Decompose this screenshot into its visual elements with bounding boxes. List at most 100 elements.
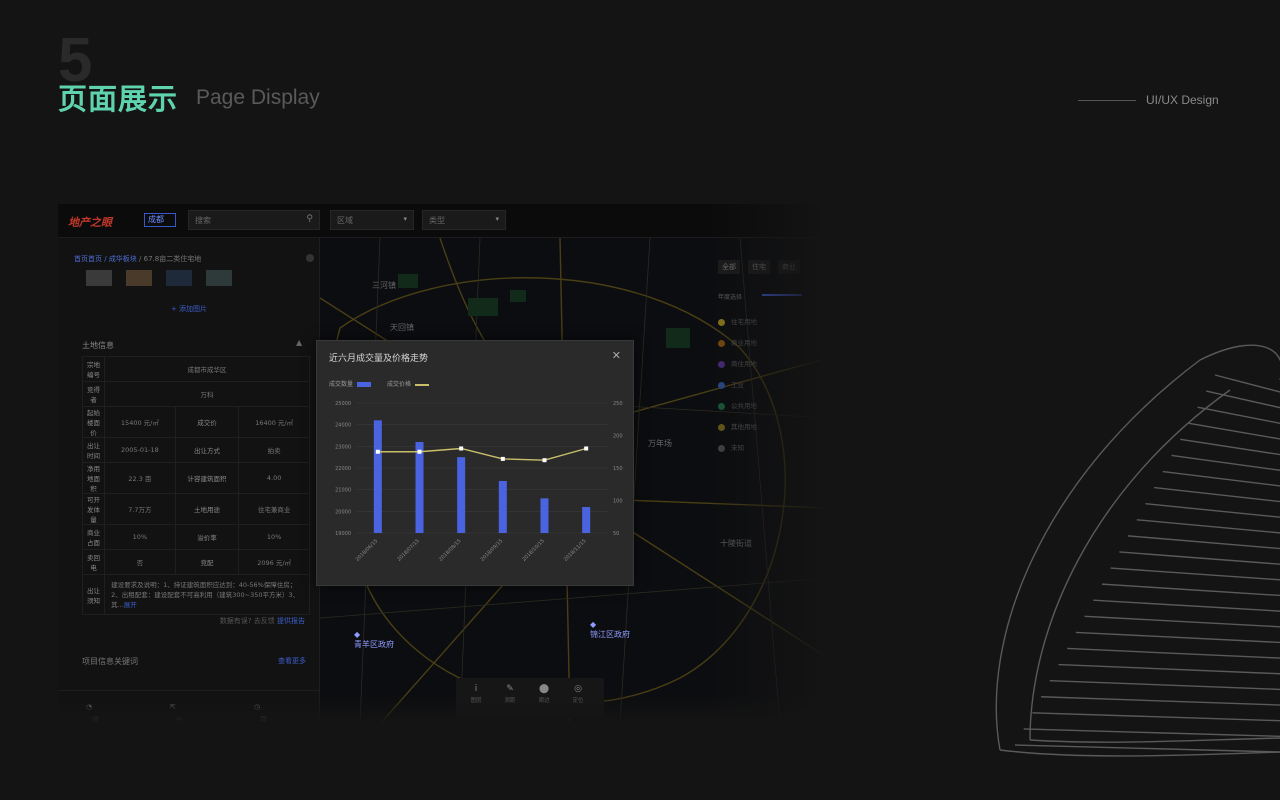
y-left-tick-label: 19000	[335, 531, 351, 537]
legend-dot-icon	[718, 444, 725, 452]
breadcrumb-area[interactable]: 成华板块	[109, 255, 137, 263]
legend-tab[interactable]: 住宅	[748, 260, 770, 274]
feedback-text[interactable]: 数据有误? 去反馈	[220, 617, 275, 625]
feedback-note: 数据有误? 去反馈 提供报告	[220, 616, 305, 626]
chart-bar	[540, 498, 549, 533]
app-logo[interactable]: 地产之眼	[68, 214, 112, 230]
map-label: 三河镇	[372, 281, 396, 290]
chart-bar	[457, 457, 466, 533]
chart-bar	[582, 507, 591, 533]
chart-legend: 成交数量 成交价格	[329, 379, 429, 388]
map-poi[interactable]: ◆ 锦江区政府	[590, 620, 630, 640]
chart-line-point	[459, 446, 464, 451]
info-value: 10%	[104, 524, 176, 550]
map-pin-icon: ◆	[354, 630, 361, 639]
legend-dot-icon	[718, 339, 725, 347]
legend-item[interactable]: 商业用地	[718, 337, 757, 347]
more-icon[interactable]	[306, 254, 314, 262]
y-left-tick-label: 21000	[335, 488, 351, 494]
chart-bar	[498, 481, 507, 533]
info-value: 15400 元/㎡	[104, 406, 176, 438]
close-icon[interactable]: ✕	[612, 349, 621, 362]
export-button[interactable]: ◷ 导出	[254, 703, 267, 724]
tool-icon: ⬤	[538, 684, 550, 694]
legend-tab[interactable]: 商业	[778, 260, 800, 274]
chart-line-point	[584, 446, 589, 451]
info-row: 商业占面 10% 溢价率 10%	[81, 524, 310, 550]
favorite-button[interactable]: ◔ 收藏	[86, 703, 99, 724]
y-left-tick-label: 22000	[335, 466, 351, 472]
legend-dot-icon	[718, 423, 725, 431]
legend-dot-icon	[718, 381, 725, 389]
info-value: 7.7万方	[104, 493, 176, 525]
report-link[interactable]: 提供报告	[277, 617, 305, 625]
info-value: 22.3 亩	[104, 462, 176, 494]
legend-item[interactable]: 公共用地	[718, 400, 757, 410]
tool-label: 图层	[470, 698, 482, 704]
info-value: 2096 元/㎡	[238, 549, 310, 575]
city-chip[interactable]: 成都	[144, 213, 176, 227]
map-tool-button[interactable]: i 图层	[462, 684, 490, 704]
header-tag: UI/UX Design	[1146, 93, 1219, 107]
legend-item-label: 工业	[731, 381, 744, 389]
info-label: 出让方式	[174, 437, 240, 463]
legend-item[interactable]: 商住用地	[718, 358, 757, 368]
legend-dot-icon	[718, 318, 725, 326]
chart-line-point	[500, 456, 505, 461]
detail-sidebar: 首页首页 / 成华板块 / 67.8亩二类住宅地 + 添加图片 土地信息 ▲ 宗…	[58, 238, 320, 724]
y-right-tick-label: 150	[613, 466, 623, 472]
info-label: 商业占面	[81, 524, 106, 550]
add-photo-link[interactable]: + 添加图片	[58, 304, 320, 314]
chart-line-point	[417, 449, 422, 454]
photo-thumbnail[interactable]	[126, 270, 152, 286]
map-label: 十陵街道	[720, 539, 752, 548]
info-value: 否	[104, 549, 176, 575]
breadcrumb-home[interactable]: 首页首页	[74, 255, 102, 263]
remark-text: 建设要求及说明：1、持证建筑面积应达到：40-56%保障住房；2、出租配套：建设…	[104, 574, 310, 615]
photo-thumbnail[interactable]	[86, 270, 112, 286]
search-input[interactable]: 搜索 ⚲	[188, 210, 320, 230]
tool-label: 定位	[572, 698, 584, 704]
map-poi[interactable]: ◆ 青羊区政府	[354, 630, 394, 650]
info-value: 10%	[238, 524, 310, 550]
share-button[interactable]: ⇱ 分享	[170, 703, 183, 724]
collapse-icon[interactable]: ▲	[296, 338, 302, 347]
tool-icon: ◎	[574, 684, 582, 694]
chart-bar	[373, 420, 382, 533]
y-left-tick-label: 24000	[335, 423, 351, 429]
map-toolbar: i 图层 ✎ 测距 ⬤ 周边 ◎ 定位	[456, 678, 604, 718]
legend-item[interactable]: 其他用地	[718, 421, 757, 431]
share-label: 分享	[175, 716, 183, 724]
app-topbar: 地产之眼 成都 搜索 ⚲ 区域 ▾ 类型 ▾	[58, 204, 828, 238]
view-more-link[interactable]: 查看更多	[278, 656, 306, 666]
search-placeholder: 搜索	[195, 216, 211, 225]
map-pin-icon: ◆	[590, 620, 597, 629]
legend-line-swatch	[414, 383, 429, 386]
trend-chart: 19000 20000 21000 22000 23000 24000 25000 50 100…	[335, 401, 623, 563]
map-tool-button[interactable]: ⬤ 周边	[530, 684, 558, 704]
legend-item-label: 其他用地	[731, 423, 757, 431]
expand-link[interactable]: 展开	[124, 601, 137, 609]
x-tick-label: 2018/09/15	[480, 538, 505, 563]
photo-thumbnail[interactable]	[166, 270, 192, 286]
map-tool-button[interactable]: ◎ 定位	[564, 684, 592, 704]
info-label: 竞得者	[81, 381, 106, 407]
y-left-tick-label: 25000	[335, 401, 351, 407]
map-legend-panel: 全部 住宅 商业 年度选择 住宅用地 商业用地 商住用地 工业 公共用地 其他用地 未知	[718, 254, 828, 454]
tool-icon: i	[474, 684, 478, 694]
info-row: 起始楼面价 15400 元/㎡ 成交价 16400 元/㎡	[81, 406, 310, 438]
legend-item[interactable]: 工业	[718, 379, 744, 389]
photo-thumbnail[interactable]	[206, 270, 232, 286]
legend-tab[interactable]: 全部	[718, 260, 740, 274]
legend-item[interactable]: 未知	[718, 442, 744, 452]
info-label: 土地用途	[174, 493, 240, 525]
legend-item[interactable]: 住宅用地	[718, 316, 757, 326]
header-divider	[1078, 100, 1136, 101]
type-select[interactable]: 类型 ▾	[422, 210, 506, 230]
map-tool-button[interactable]: ✎ 测距	[496, 684, 524, 704]
search-icon[interactable]: ⚲	[306, 214, 313, 224]
year-slider[interactable]	[762, 294, 802, 296]
info-value: 住宅兼商业	[238, 493, 310, 525]
region-select[interactable]: 区域 ▾	[330, 210, 414, 230]
poi-label: 青羊区政府	[354, 640, 394, 649]
